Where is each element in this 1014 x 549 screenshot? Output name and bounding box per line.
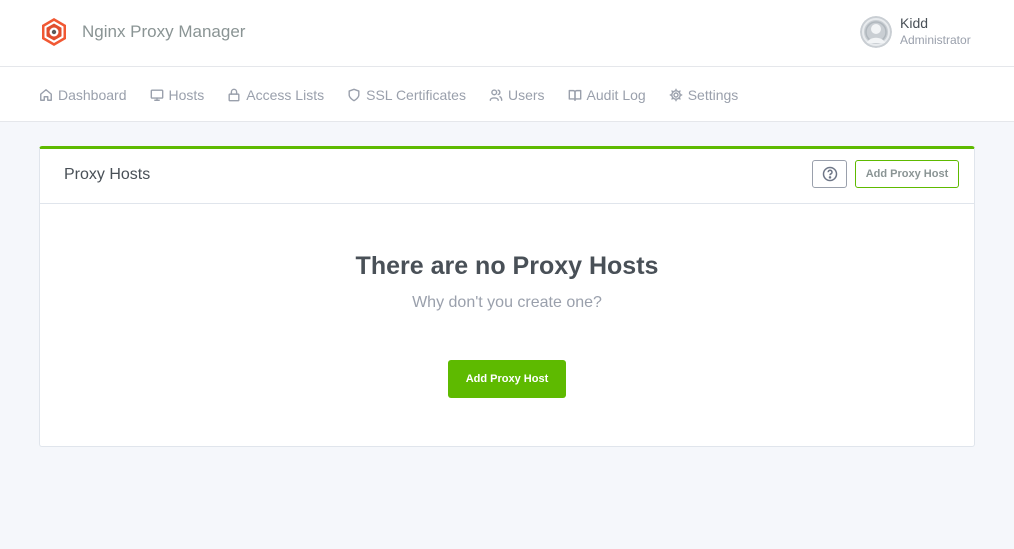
- lock-icon: [228, 88, 240, 101]
- user-menu[interactable]: Kidd Administrator: [860, 15, 971, 49]
- proxy-hosts-card: Proxy Hosts Add Proxy Host There are no …: [39, 146, 975, 447]
- shield-icon: [348, 88, 360, 101]
- app-title: Nginx Proxy Manager: [82, 22, 246, 41]
- nav-item-dashboard[interactable]: Dashboard: [39, 87, 127, 103]
- nav-item-ssl-certificates[interactable]: SSL Certificates: [347, 87, 466, 103]
- nav-item-label: Audit Log: [586, 86, 646, 103]
- empty-state-title: There are no Proxy Hosts: [355, 252, 659, 280]
- nav-item-access-lists[interactable]: Access Lists: [227, 87, 324, 103]
- nav-item-label: Users: [507, 86, 545, 103]
- avatar[interactable]: [860, 16, 892, 48]
- header: Nginx Proxy Manager Kidd Administrator: [0, 0, 1014, 67]
- empty-state-subtitle: Why don't you create one?: [412, 294, 602, 311]
- empty-state-add-proxy-host-button[interactable]: Add Proxy Host: [448, 360, 566, 398]
- monitor-icon: [150, 88, 163, 101]
- user-name: Kidd: [900, 15, 929, 31]
- book-icon: [568, 89, 581, 101]
- nav-item-label: Settings: [687, 86, 739, 103]
- add-proxy-host-button[interactable]: Add Proxy Host: [855, 160, 959, 188]
- user-avatar-icon: [860, 16, 892, 48]
- users-icon: [489, 88, 503, 101]
- home-icon: [40, 88, 52, 101]
- nav-item-label: Access Lists: [246, 86, 325, 103]
- card-title: Proxy Hosts: [64, 166, 151, 183]
- main-nav: Dashboard Hosts Access Lists SSL Certifi…: [39, 67, 761, 122]
- card-header: Proxy Hosts Add Proxy Host: [40, 149, 974, 204]
- nav-item-settings[interactable]: Settings: [669, 86, 739, 103]
- nginx-proxy-manager-logo-icon: [42, 18, 66, 46]
- nav-item-label: Hosts: [168, 86, 205, 103]
- gear-icon: [669, 88, 683, 101]
- nav-bar: Dashboard Hosts Access Lists SSL Certifi…: [0, 67, 1014, 122]
- nav-item-label: Dashboard: [58, 86, 127, 103]
- help-circle-icon: [822, 166, 837, 182]
- brand[interactable]: Nginx Proxy Manager: [40, 16, 245, 48]
- nav-item-label: SSL Certificates: [366, 86, 466, 103]
- help-button[interactable]: [812, 160, 847, 188]
- user-role: Administrator: [900, 33, 971, 47]
- nav-item-hosts[interactable]: Hosts: [150, 86, 205, 103]
- nav-item-users[interactable]: Users: [489, 87, 545, 103]
- nav-item-audit-log[interactable]: Audit Log: [568, 87, 646, 103]
